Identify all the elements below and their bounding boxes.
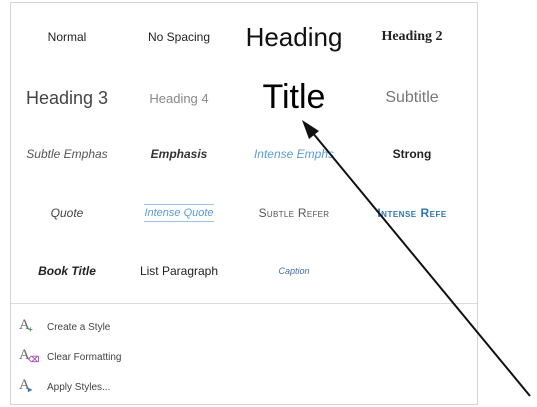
annotation-arrow: [302, 120, 531, 397]
